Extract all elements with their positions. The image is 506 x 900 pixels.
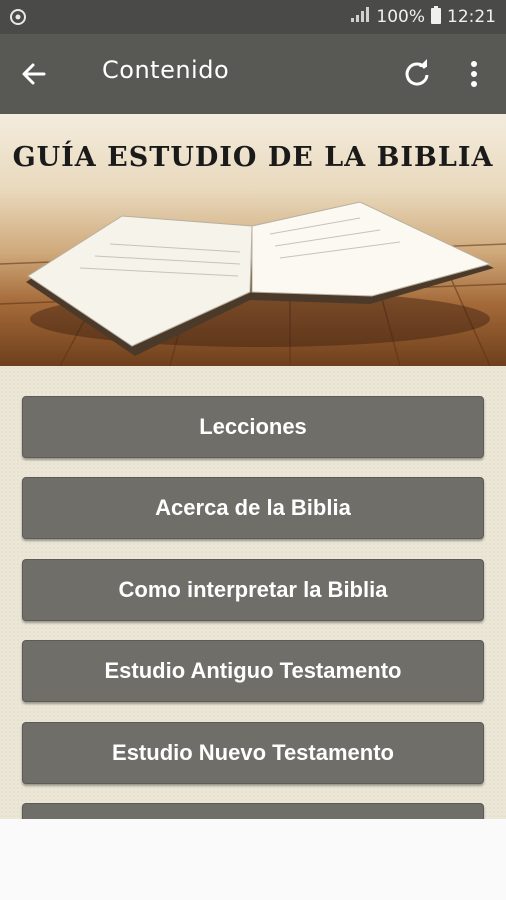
bottom-area — [0, 819, 506, 900]
como-interpretar-button[interactable]: Como interpretar la Biblia — [22, 559, 484, 621]
back-arrow-icon[interactable] — [18, 58, 50, 90]
menu-item-partial[interactable] — [22, 803, 484, 819]
nuevo-testamento-button[interactable]: Estudio Nuevo Testamento — [22, 722, 484, 784]
acerca-de-la-biblia-button[interactable]: Acerca de la Biblia — [22, 477, 484, 539]
banner-title: GUÍA ESTUDIO DE LA BIBLIA — [12, 142, 494, 173]
antiguo-testamento-button[interactable]: Estudio Antiguo Testamento — [22, 640, 484, 702]
menu-list: Lecciones Acerca de la Biblia Como inter… — [0, 366, 506, 819]
battery-percent: 100% — [376, 7, 425, 27]
signal-icon — [350, 6, 370, 28]
refresh-icon[interactable] — [402, 58, 432, 88]
battery-icon — [431, 5, 441, 29]
banner-image: GUÍA ESTUDIO DE LA BIBLIA — [0, 114, 506, 366]
status-indicators: 100% 12:21 — [350, 0, 496, 34]
status-time: 12:21 — [447, 7, 496, 27]
app-bar: Contenido — [0, 34, 506, 114]
status-bar: 100% 12:21 — [0, 0, 506, 34]
page-title: Contenido — [102, 56, 230, 84]
lecciones-button[interactable]: Lecciones — [22, 396, 484, 458]
more-vert-icon[interactable] — [464, 58, 484, 90]
sync-icon — [8, 7, 28, 27]
